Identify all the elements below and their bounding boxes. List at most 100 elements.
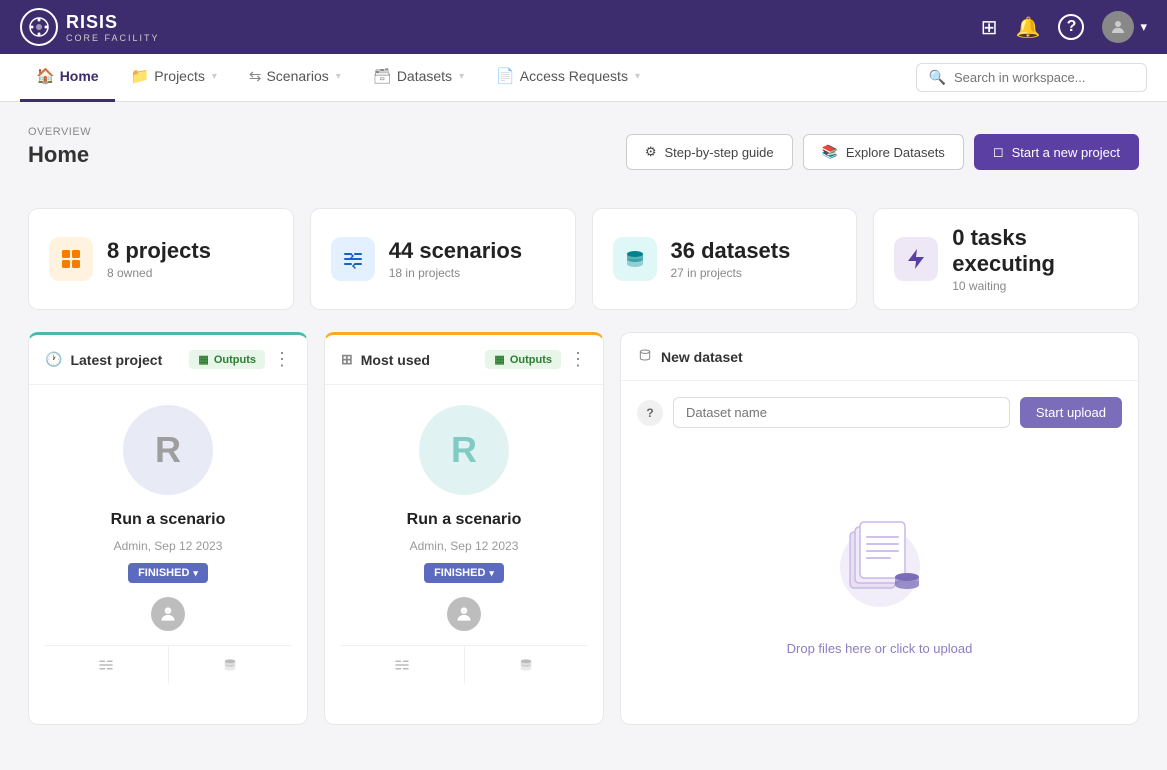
access-icon: 📄 bbox=[496, 67, 515, 85]
tasks-count: 0 tasks executing bbox=[952, 225, 1118, 277]
latest-project-body: R Run a scenario Admin, Sep 12 2023 FINI… bbox=[29, 385, 307, 704]
datasets-in-projects: 27 in projects bbox=[671, 266, 791, 280]
outputs-icon: ▦ bbox=[198, 353, 208, 366]
avatar bbox=[151, 597, 185, 631]
project-name: Run a scenario bbox=[111, 511, 226, 529]
scenarios-icon: ⇆ bbox=[249, 67, 262, 85]
stat-datasets: 36 datasets 27 in projects bbox=[592, 208, 858, 310]
scenarios-count: 44 scenarios bbox=[389, 238, 522, 264]
explore-icon: 📚 bbox=[822, 144, 838, 160]
logo-name: RISIS bbox=[66, 12, 118, 32]
most-used-panel-header: ⊞ Most used ▦ Outputs ⋮ bbox=[325, 335, 603, 385]
search-icon: 🔍 bbox=[929, 69, 946, 86]
logo-icon bbox=[20, 8, 58, 46]
chevron-down-icon: ▾ bbox=[459, 71, 464, 82]
home-icon: 🏠 bbox=[36, 67, 55, 85]
avatar bbox=[1102, 11, 1134, 43]
user-caret: ▾ bbox=[1140, 19, 1147, 35]
grid-small-icon: ⊞ bbox=[341, 351, 353, 368]
step-guide-button[interactable]: ⚙ Step-by-step guide bbox=[626, 134, 793, 170]
latest-project-panel: 🕐 Latest project ▦ Outputs ⋮ R Run a sce… bbox=[28, 332, 308, 725]
action-bar: ⚙ Step-by-step guide 📚 Explore Datasets … bbox=[626, 134, 1139, 170]
dataset-input-row: ? Start upload bbox=[621, 381, 1138, 444]
projects-owned: 8 owned bbox=[107, 266, 211, 280]
help-icon[interactable]: ? bbox=[1058, 14, 1084, 40]
status-badge[interactable]: FINISHED ▾ bbox=[424, 563, 504, 583]
stat-scenarios: 44 scenarios 18 in projects bbox=[310, 208, 576, 310]
project-avatar: R bbox=[123, 405, 213, 495]
projects-stat-icon bbox=[49, 237, 93, 281]
topbar: RISIS CORE FACILITY ⊞ 🔔 ? ▾ bbox=[0, 0, 1167, 54]
project-user-avatar bbox=[151, 597, 185, 631]
scenarios-footer-button[interactable] bbox=[341, 646, 464, 684]
bell-icon[interactable]: 🔔 bbox=[1016, 15, 1041, 40]
grid-icon[interactable]: ⊞ bbox=[981, 15, 998, 40]
chevron-down-icon: ▾ bbox=[489, 568, 494, 579]
projects-count: 8 projects bbox=[107, 238, 211, 264]
user-menu[interactable]: ▾ bbox=[1102, 11, 1147, 43]
logo: RISIS CORE FACILITY bbox=[20, 8, 160, 46]
project-name: Run a scenario bbox=[407, 511, 522, 529]
logo-sub: CORE FACILITY bbox=[66, 33, 160, 43]
nav-items: 🏠 Home 📁 Projects ▾ ⇆ Scenarios ▾ 🗃 Data… bbox=[20, 54, 656, 102]
search-box[interactable]: 🔍 bbox=[916, 63, 1147, 92]
nav-datasets[interactable]: 🗃 Datasets ▾ bbox=[357, 54, 480, 102]
upload-drop-text: Drop files here or click to upload bbox=[787, 641, 973, 656]
project-footer bbox=[341, 645, 587, 684]
project-avatar: R bbox=[419, 405, 509, 495]
dataset-name-input[interactable] bbox=[673, 397, 1010, 428]
guide-icon: ⚙ bbox=[645, 144, 657, 160]
upload-illustration bbox=[825, 502, 935, 617]
new-project-button[interactable]: ◻ Start a new project bbox=[974, 134, 1139, 170]
status-badge[interactable]: FINISHED ▾ bbox=[128, 563, 208, 583]
scenarios-in-projects: 18 in projects bbox=[389, 266, 522, 280]
scenarios-footer-button[interactable] bbox=[45, 646, 168, 684]
dataset-header-icon bbox=[637, 347, 653, 366]
most-used-panel-title: Most used bbox=[361, 352, 430, 368]
content-row: 🕐 Latest project ▦ Outputs ⋮ R Run a sce… bbox=[28, 332, 1139, 725]
scenarios-stat-icon bbox=[331, 237, 375, 281]
more-menu-button[interactable]: ⋮ bbox=[569, 349, 587, 370]
outputs-icon: ▦ bbox=[494, 353, 504, 366]
breadcrumb: OVERVIEW bbox=[28, 126, 91, 138]
chevron-down-icon: ▾ bbox=[212, 71, 217, 82]
project-info: Admin, Sep 12 2023 bbox=[410, 539, 519, 553]
project-footer bbox=[45, 645, 291, 684]
stat-projects: 8 projects 8 owned bbox=[28, 208, 294, 310]
main-content: OVERVIEW Home ⚙ Step-by-step guide 📚 Exp… bbox=[0, 102, 1167, 749]
start-upload-button[interactable]: Start upload bbox=[1020, 397, 1122, 428]
chevron-down-icon: ▾ bbox=[336, 71, 341, 82]
more-menu-button[interactable]: ⋮ bbox=[273, 349, 291, 370]
nav-access-requests[interactable]: 📄 Access Requests ▾ bbox=[480, 54, 656, 102]
stats-row: 8 projects 8 owned 44 scenarios 18 in pr… bbox=[28, 208, 1139, 310]
page-title: Home bbox=[28, 142, 91, 168]
datasets-icon: 🗃 bbox=[373, 67, 392, 85]
nav-scenarios[interactable]: ⇆ Scenarios ▾ bbox=[233, 54, 357, 102]
datasets-footer-button[interactable] bbox=[465, 646, 588, 684]
most-used-panel: ⊞ Most used ▦ Outputs ⋮ R Run a scenario… bbox=[324, 332, 604, 725]
clock-icon: 🕐 bbox=[45, 351, 62, 368]
tasks-waiting: 10 waiting bbox=[952, 279, 1118, 293]
chevron-down-icon: ▾ bbox=[635, 71, 640, 82]
nav-home[interactable]: 🏠 Home bbox=[20, 54, 115, 102]
explore-datasets-button[interactable]: 📚 Explore Datasets bbox=[803, 134, 964, 170]
datasets-count: 36 datasets bbox=[671, 238, 791, 264]
outputs-badge[interactable]: ▦ Outputs bbox=[485, 350, 561, 369]
projects-icon: 📁 bbox=[131, 67, 150, 85]
upload-area[interactable]: Drop files here or click to upload bbox=[621, 444, 1138, 724]
help-button[interactable]: ? bbox=[637, 400, 663, 426]
stat-tasks: 0 tasks executing 10 waiting bbox=[873, 208, 1139, 310]
datasets-footer-button[interactable] bbox=[169, 646, 292, 684]
topbar-icons: ⊞ 🔔 ? ▾ bbox=[981, 11, 1147, 43]
tasks-stat-icon bbox=[894, 237, 938, 281]
search-input[interactable] bbox=[954, 70, 1134, 85]
chevron-down-icon: ▾ bbox=[193, 568, 198, 579]
subnav: 🏠 Home 📁 Projects ▾ ⇆ Scenarios ▾ 🗃 Data… bbox=[0, 54, 1167, 102]
avatar bbox=[447, 597, 481, 631]
datasets-stat-icon bbox=[613, 237, 657, 281]
outputs-badge[interactable]: ▦ Outputs bbox=[189, 350, 265, 369]
new-dataset-panel: New dataset ? Start upload bbox=[620, 332, 1139, 725]
latest-panel-header: 🕐 Latest project ▦ Outputs ⋮ bbox=[29, 335, 307, 385]
nav-projects[interactable]: 📁 Projects ▾ bbox=[115, 54, 233, 102]
project-info: Admin, Sep 12 2023 bbox=[114, 539, 223, 553]
